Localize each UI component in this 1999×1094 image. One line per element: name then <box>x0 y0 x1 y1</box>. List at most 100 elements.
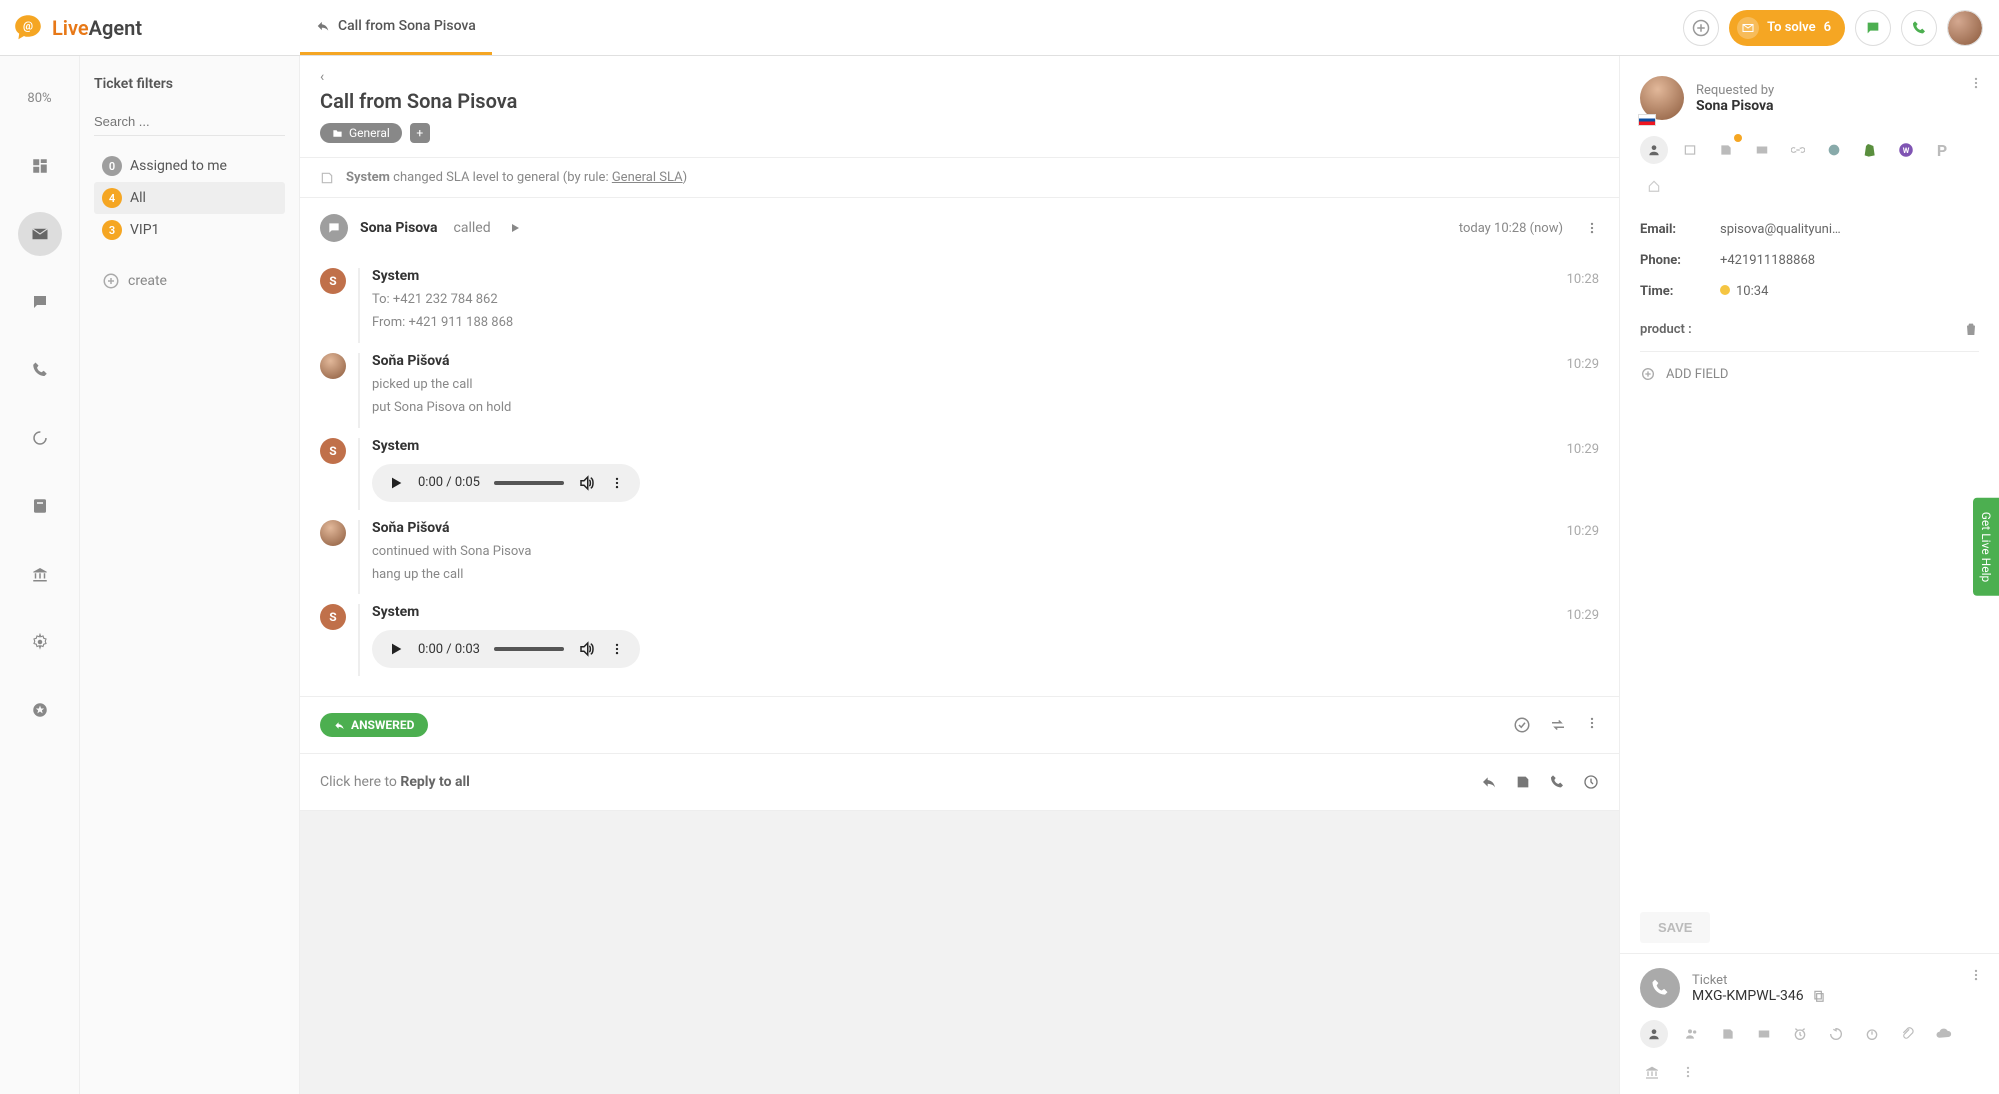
copy-id-button[interactable] <box>1812 989 1826 1003</box>
integ-tickets[interactable] <box>1676 136 1704 164</box>
audio-progress[interactable] <box>494 481 564 485</box>
avatar-image <box>1948 11 1982 45</box>
people-icon <box>1684 1026 1700 1042</box>
audio-more-button[interactable] <box>610 476 624 490</box>
audio-player[interactable]: 0:00 / 0:03 <box>372 630 640 668</box>
sla-link[interactable]: General SLA <box>612 170 683 185</box>
ticket-opt-mail[interactable] <box>1752 1022 1776 1046</box>
integ-crm[interactable] <box>1820 136 1848 164</box>
nav-tickets[interactable] <box>18 212 62 256</box>
swap-icon <box>1549 716 1567 734</box>
call-more-button[interactable] <box>1585 221 1599 235</box>
nav-knowledge[interactable] <box>18 552 62 596</box>
ticket-title: Call from Sona Pisova <box>320 89 1599 113</box>
integ-shopify[interactable] <box>1856 136 1884 164</box>
requester-more-button[interactable] <box>1969 76 1983 90</box>
house-icon <box>1647 179 1661 193</box>
message-row: S System 0:00 / 0:03 10:29 <box>320 594 1599 676</box>
filter-vip1[interactable]: 3 VIP1 <box>94 214 285 246</box>
add-field-button[interactable]: ADD FIELD <box>1620 352 1999 396</box>
reply-button[interactable] <box>1481 774 1497 790</box>
audio-progress[interactable] <box>494 647 564 651</box>
message-row: S System 0:00 / 0:05 10:29 <box>320 428 1599 510</box>
phone-icon <box>1911 20 1927 36</box>
nav-chat[interactable] <box>18 280 62 324</box>
tag-general[interactable]: General <box>320 123 402 143</box>
ticket-opt-notes[interactable] <box>1716 1022 1740 1046</box>
chat-button[interactable] <box>1855 10 1891 46</box>
link-icon <box>1791 143 1805 157</box>
integ-contact[interactable] <box>1640 136 1668 164</box>
save-button[interactable]: SAVE <box>1640 912 1710 943</box>
audio-play-button[interactable] <box>388 641 404 657</box>
ticket-opt-bank[interactable] <box>1640 1060 1664 1084</box>
back-button[interactable]: ‹ <box>320 69 324 85</box>
integ-house[interactable] <box>1640 172 1668 200</box>
filter-all[interactable]: 4 All <box>94 182 285 214</box>
audio-play-button[interactable] <box>388 475 404 491</box>
more-vertical-icon <box>610 476 624 490</box>
nav-settings[interactable] <box>18 620 62 664</box>
resolve-button[interactable] <box>1513 716 1531 734</box>
delete-field-button[interactable] <box>1963 321 1979 337</box>
ticket-opt-cloud[interactable] <box>1932 1022 1956 1046</box>
spinner-icon <box>31 429 49 447</box>
ticket-more-button[interactable] <box>1969 968 1983 982</box>
more-vertical-icon <box>1585 716 1599 730</box>
integ-link[interactable] <box>1784 136 1812 164</box>
globe-icon <box>1826 142 1842 158</box>
user-avatar[interactable] <box>1947 10 1983 46</box>
person-icon <box>1647 1027 1661 1041</box>
envelope-icon <box>1755 143 1769 157</box>
nav-extensions[interactable] <box>18 688 62 732</box>
filter-assigned-to-me[interactable]: 0 Assigned to me <box>94 150 285 182</box>
answered-chip[interactable]: ANSWERED <box>320 713 428 737</box>
filters-search-input[interactable] <box>94 108 285 136</box>
add-tag-button[interactable]: + <box>410 123 430 143</box>
phone-label: Phone: <box>1640 253 1720 268</box>
status-more-button[interactable] <box>1585 716 1599 734</box>
integ-notes[interactable] <box>1712 136 1740 164</box>
audio-more-button[interactable] <box>610 642 624 656</box>
add-button[interactable] <box>1683 10 1719 46</box>
system-avatar: S <box>320 438 346 464</box>
call-button[interactable] <box>1549 774 1565 790</box>
nav-loading[interactable] <box>18 416 62 460</box>
audio-volume-button[interactable] <box>578 474 596 492</box>
ticket-opt-attach[interactable] <box>1896 1022 1920 1046</box>
phone-button[interactable] <box>1901 10 1937 46</box>
logo[interactable]: @ LiveAgent <box>0 12 300 44</box>
email-label: Email: <box>1640 222 1720 237</box>
note-button[interactable] <box>1515 774 1531 790</box>
more-vertical-icon <box>610 642 624 656</box>
transfer-button[interactable] <box>1549 716 1567 734</box>
play-call-button[interactable] <box>509 222 521 234</box>
integ-woo[interactable]: W <box>1892 136 1920 164</box>
ticket-opt-contact[interactable] <box>1640 1020 1668 1048</box>
chat-icon <box>1865 20 1881 36</box>
alarm-icon <box>1792 1026 1808 1042</box>
ticket-opt-more[interactable] <box>1676 1060 1700 1084</box>
requested-by-label: Requested by <box>1696 83 1774 98</box>
copy-icon <box>1812 989 1826 1003</box>
filter-create[interactable]: create <box>94 264 285 298</box>
ticket-opt-history[interactable] <box>1824 1022 1848 1046</box>
to-solve-button[interactable]: To solve 6 <box>1729 10 1845 46</box>
audio-volume-button[interactable] <box>578 640 596 658</box>
star-icon <box>31 701 49 719</box>
status-bar: ANSWERED <box>300 696 1619 753</box>
schedule-button[interactable] <box>1583 774 1599 790</box>
ticket-opt-timer[interactable] <box>1860 1022 1884 1046</box>
nav-dashboard[interactable] <box>18 144 62 188</box>
tab-active[interactable]: Call from Sona Pisova <box>300 0 492 55</box>
attachment-icon <box>1901 1027 1915 1041</box>
integ-p[interactable]: P <box>1928 136 1956 164</box>
live-help-tab[interactable]: Get Live Help <box>1973 498 1999 596</box>
nav-customers[interactable] <box>18 484 62 528</box>
ticket-opt-people[interactable] <box>1680 1022 1704 1046</box>
integ-mail[interactable] <box>1748 136 1776 164</box>
nav-calls[interactable] <box>18 348 62 392</box>
reply-input[interactable]: Click here to Reply to all <box>300 753 1619 810</box>
audio-player[interactable]: 0:00 / 0:05 <box>372 464 640 502</box>
ticket-opt-alarm[interactable] <box>1788 1022 1812 1046</box>
